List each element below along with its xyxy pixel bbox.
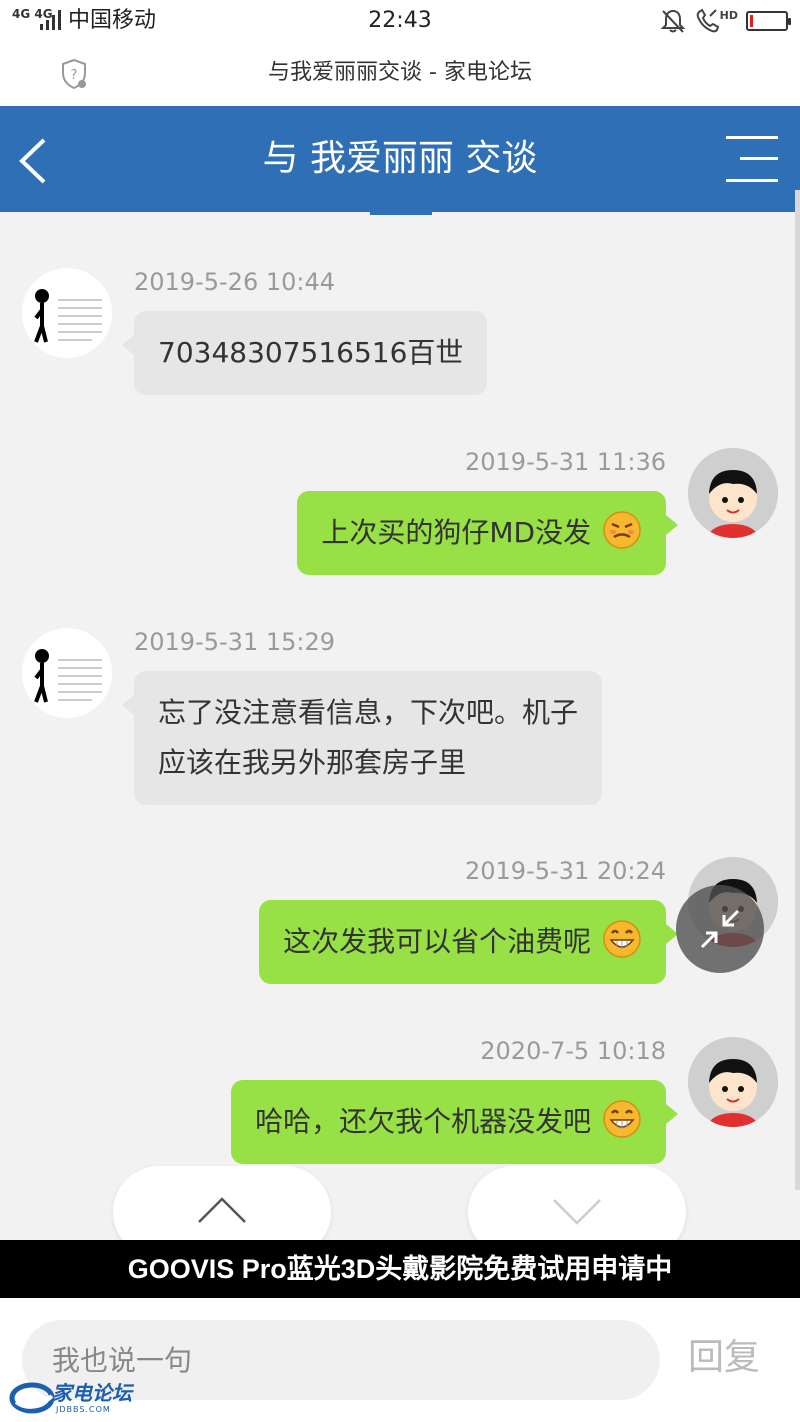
cartoon-boy-avatar-icon [688,448,778,538]
header-notch [370,210,432,215]
banner-text: GOOVIS Pro蓝光3D头戴影院免费试用申请中 [127,1254,673,1284]
message-text: 哈哈，还欠我个机器没发吧 [255,1105,592,1138]
message-text: 忘了没注意看信息，下次吧。机子 [158,696,579,729]
message-bubble[interactable]: 哈哈，还欠我个机器没发吧 [231,1080,678,1164]
reply-button[interactable]: 回复 [688,1334,760,1382]
message-bubble[interactable]: 忘了没注意看信息，下次吧。机子 应该在我另外那套房子里 [121,671,603,805]
collapse-arrows-icon [700,909,740,949]
battery-icon [746,11,791,31]
watermark-url: JDBBS.COM [56,1405,111,1414]
message-bubble[interactable]: 70348307516516百世 [121,311,488,395]
conversation-title: 与 我爱丽丽 交谈 [262,138,538,179]
stick-figure-avatar-icon [34,649,102,703]
message-text: 上次买的狗仔MD没发 [321,516,592,549]
message-time: 2019-5-31 20:24 [465,857,666,885]
cartoon-boy-avatar-icon [688,1037,778,1127]
message-bubble[interactable]: 上次买的狗仔MD没发 [297,491,678,575]
hd-label: HD [719,8,738,22]
page-title: 与我爱丽丽交谈 - 家电论坛 [268,60,532,85]
message-time: 2019-5-31 15:29 [134,628,335,656]
avatar-self[interactable] [688,1037,778,1127]
ad-banner[interactable]: GOOVIS Pro蓝光3D头戴影院免费试用申请中 [0,1240,800,1298]
avatar-other[interactable] [22,268,112,358]
battery-level [750,15,753,27]
float-collapse-button[interactable] [676,885,764,973]
message-text: 应该在我另外那套房子里 [158,746,467,779]
browser-bar: ? 与我爱丽丽交谈 - 家电论坛 [0,42,800,106]
menu-icon[interactable] [726,134,778,184]
scrollbar[interactable] [795,190,800,1190]
status-bar: 4G 4G 中国移动 22:43 HD [0,0,800,42]
message-text: 这次发我可以省个油费呢 [283,925,592,958]
message-time: 2019-5-26 10:44 [134,268,335,296]
message-time: 2020-7-5 10:18 [480,1037,666,1065]
message-time: 2019-5-31 11:36 [465,448,666,476]
avatar-other[interactable] [22,628,112,718]
grin-face-icon [603,1100,641,1138]
mute-bell-icon [660,9,686,33]
avatar-self[interactable] [688,448,778,538]
grin-face-icon [603,920,641,958]
annoyed-face-icon [603,511,641,549]
stick-figure-avatar-icon [34,289,102,343]
message-bubble[interactable]: 这次发我可以省个油费呢 [259,900,678,984]
watermark-name: 家电论坛 [52,1381,132,1405]
message-text: 70348307516516百世 [158,336,464,369]
app-header: 与 我爱丽丽 交谈 [0,106,800,212]
